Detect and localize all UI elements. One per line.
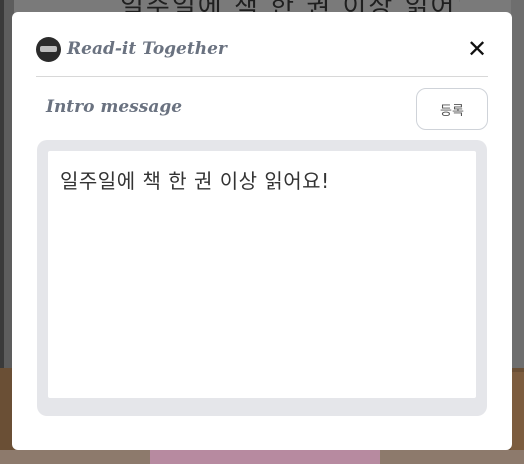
- section-title: Intro message: [46, 97, 183, 117]
- app-title: Read-it Together: [67, 39, 227, 59]
- close-icon: ✕: [466, 35, 488, 63]
- header-divider: [36, 76, 488, 77]
- logo-mark: [40, 46, 57, 52]
- intro-message-modal: Read-it Together ✕ Intro message 등록 일주일에…: [12, 12, 512, 450]
- close-button[interactable]: ✕: [466, 36, 488, 62]
- background-object: [150, 450, 380, 464]
- intro-section-header: Intro message 등록: [46, 88, 488, 130]
- intro-message-textarea[interactable]: 일주일에 책 한 권 이상 읽어요!: [48, 151, 476, 398]
- message-container: 일주일에 책 한 권 이상 읽어요!: [37, 140, 487, 416]
- app-logo-icon: [36, 36, 61, 62]
- register-button[interactable]: 등록: [416, 88, 488, 130]
- modal-header: Read-it Together ✕: [36, 36, 488, 62]
